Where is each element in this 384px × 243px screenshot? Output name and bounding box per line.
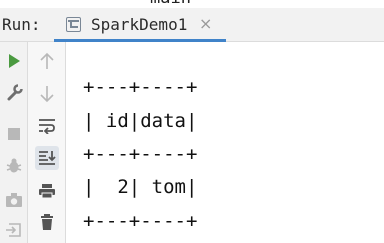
soft-wrap-icon[interactable] <box>35 114 59 138</box>
console-line: | id|data| <box>83 110 198 132</box>
console-line: +---+----+ <box>83 143 198 165</box>
run-configuration-icon <box>66 17 81 32</box>
scroll-down-icon[interactable] <box>35 82 59 106</box>
close-icon[interactable]: × <box>199 14 212 33</box>
tab-sparkdemo1[interactable]: SparkDemo1 × <box>54 8 226 42</box>
camera-icon[interactable] <box>2 188 26 212</box>
scroll-to-end-icon[interactable] <box>35 146 59 170</box>
debug-icon[interactable] <box>2 154 26 178</box>
console-line: +---+----+ <box>83 210 198 232</box>
scroll-up-icon[interactable] <box>35 49 59 73</box>
clipped-main-text: main <box>150 0 191 7</box>
console-line: +---+----+ <box>83 76 198 98</box>
stop-icon[interactable] <box>2 122 26 146</box>
header-clipped: main <box>0 0 384 7</box>
exit-icon[interactable] <box>2 218 26 242</box>
run-label: Run: <box>2 15 41 34</box>
run-tool-window-header: Run: SparkDemo1 × <box>0 8 384 42</box>
clear-all-icon[interactable] <box>35 210 59 234</box>
wrench-icon[interactable] <box>2 81 26 105</box>
tab-title: SparkDemo1 <box>91 15 188 34</box>
print-icon[interactable] <box>35 179 59 203</box>
console-side-toolbar <box>28 42 66 243</box>
run-icon[interactable] <box>2 49 26 73</box>
console-line: | 2| tom| <box>83 176 198 198</box>
left-toolbar <box>0 42 28 243</box>
console-output[interactable]: +---+----+ | id|data| +---+----+ | 2| to… <box>66 42 384 243</box>
